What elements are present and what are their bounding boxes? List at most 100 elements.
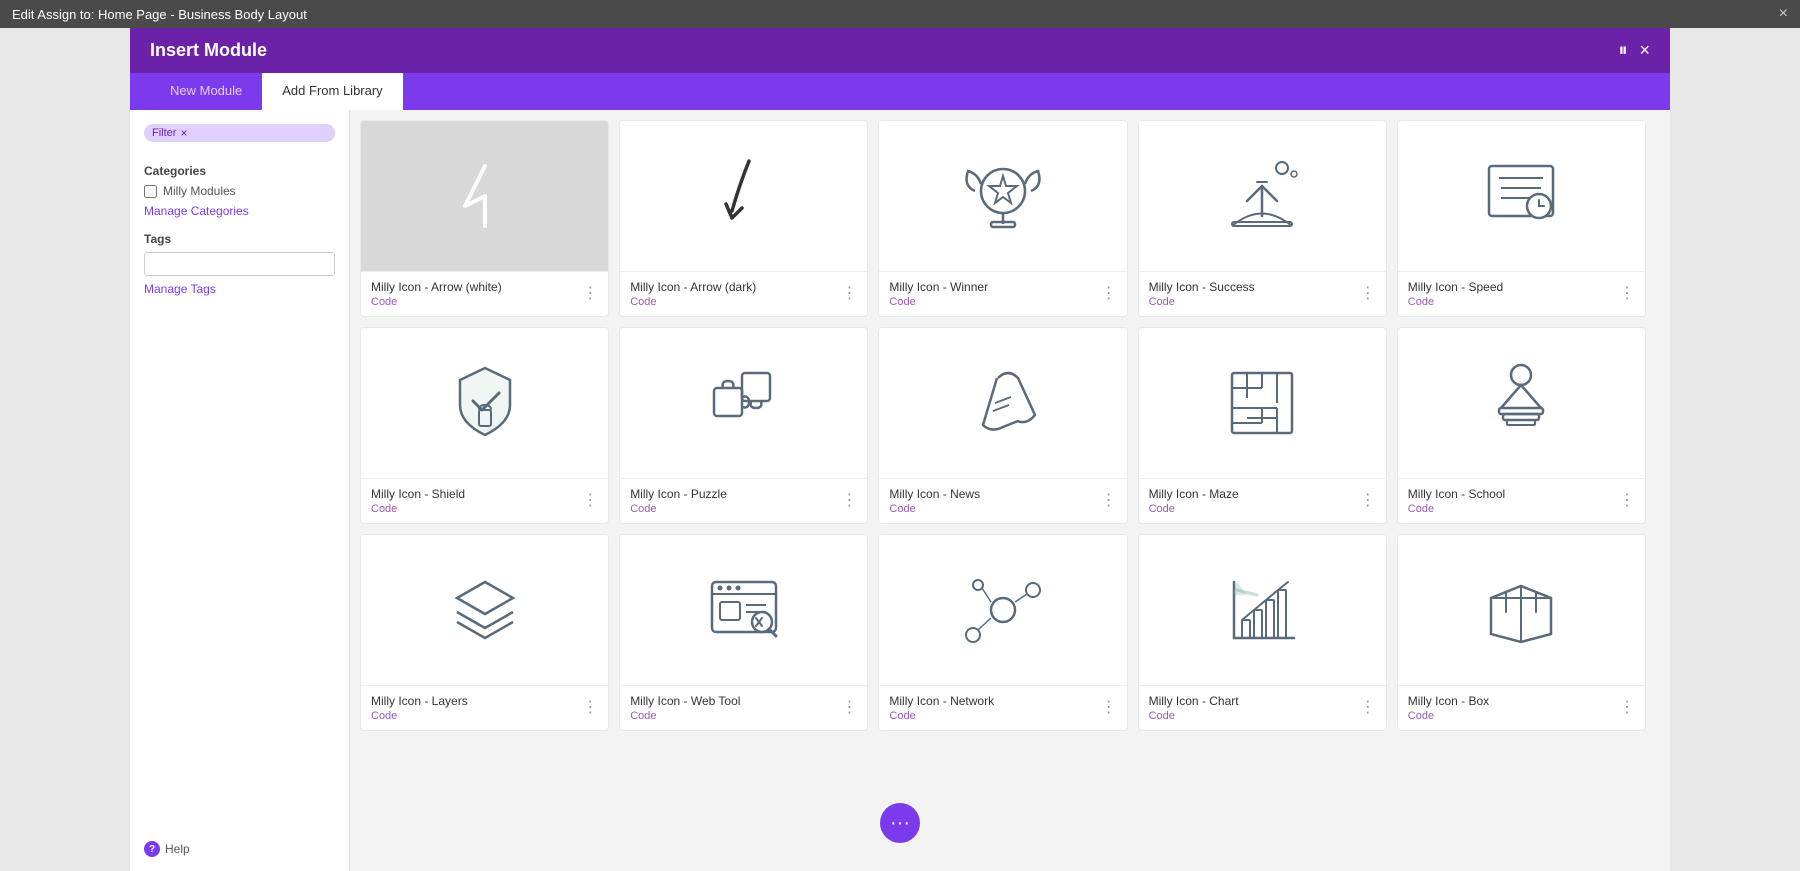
card-10[interactable]: Milly Icon - School Code ⋮ (1397, 327, 1646, 524)
card-name-9: Milly Icon - Maze (1149, 487, 1239, 501)
content-area: Milly Icon - Arrow (white) Code ⋮ Milly … (350, 110, 1670, 871)
card-menu-button-11[interactable]: ⋮ (582, 700, 598, 716)
card-name-4: Milly Icon - Success (1149, 280, 1255, 294)
tab-new-module[interactable]: New Module (150, 73, 262, 110)
card-info-13: Milly Icon - Network Code (889, 694, 994, 722)
card-menu-button-4[interactable]: ⋮ (1360, 286, 1376, 302)
manage-tags-link[interactable]: Manage Tags (144, 282, 335, 296)
card-info-5: Milly Icon - Speed Code (1408, 280, 1503, 308)
card-menu-button-1[interactable]: ⋮ (582, 286, 598, 302)
card-info-6: Milly Icon - Shield Code (371, 487, 465, 515)
card-info-7: Milly Icon - Puzzle Code (630, 487, 727, 515)
card-footer-11: Milly Icon - Layers Code ⋮ (361, 685, 608, 730)
tags-input[interactable] (144, 252, 335, 276)
tab-add-from-library[interactable]: Add From Library (262, 73, 402, 110)
card-menu-button-5[interactable]: ⋮ (1619, 286, 1635, 302)
card-9[interactable]: Milly Icon - Maze Code ⋮ (1138, 327, 1387, 524)
tags-section: Tags Manage Tags (144, 232, 335, 296)
categories-section: Categories Milly Modules Manage Categori… (144, 164, 335, 218)
card-info-2: Milly Icon - Arrow (dark) Code (630, 280, 756, 308)
card-info-15: Milly Icon - Box Code (1408, 694, 1489, 722)
card-icon-area-14 (1139, 535, 1386, 685)
card-footer-14: Milly Icon - Chart Code ⋮ (1139, 685, 1386, 730)
card-icon-area-11 (361, 535, 608, 685)
card-info-1: Milly Icon - Arrow (white) Code (371, 280, 502, 308)
card-info-14: Milly Icon - Chart Code (1149, 694, 1239, 722)
card-footer-12: Milly Icon - Web Tool Code ⋮ (620, 685, 867, 730)
modal-title: Insert Module (150, 40, 267, 61)
card-icon-area-13 (879, 535, 1126, 685)
card-3[interactable]: Milly Icon - Winner Code ⋮ (878, 120, 1127, 317)
modal: Insert Module ⏸ × New Module Add From Li… (130, 28, 1670, 871)
card-info-11: Milly Icon - Layers Code (371, 694, 468, 722)
card-type-2: Code (630, 296, 756, 308)
title-bar: Edit Assign to: Home Page - Business Bod… (0, 0, 1800, 28)
card-type-1: Code (371, 296, 502, 308)
card-12[interactable]: Milly Icon - Web Tool Code ⋮ (619, 534, 868, 731)
card-icon-area-2 (620, 121, 867, 271)
card-footer-6: Milly Icon - Shield Code ⋮ (361, 478, 608, 523)
card-name-8: Milly Icon - News (889, 487, 980, 501)
card-icon-area-1 (361, 121, 608, 271)
card-14[interactable]: Milly Icon - Chart Code ⋮ (1138, 534, 1387, 731)
card-2[interactable]: Milly Icon - Arrow (dark) Code ⋮ (619, 120, 868, 317)
card-info-4: Milly Icon - Success Code (1149, 280, 1255, 308)
card-name-5: Milly Icon - Speed (1408, 280, 1503, 294)
card-icon-area-6 (361, 328, 608, 478)
card-menu-button-9[interactable]: ⋮ (1360, 493, 1376, 509)
modal-pause-button[interactable]: ⏸ (1618, 40, 1627, 61)
card-15[interactable]: Milly Icon - Box Code ⋮ (1397, 534, 1646, 731)
card-8[interactable]: Milly Icon - News Code ⋮ (878, 327, 1127, 524)
card-type-14: Code (1149, 710, 1239, 722)
card-icon-area-7 (620, 328, 867, 478)
card-7[interactable]: Milly Icon - Puzzle Code ⋮ (619, 327, 868, 524)
card-type-9: Code (1149, 503, 1239, 515)
card-footer-5: Milly Icon - Speed Code ⋮ (1398, 271, 1645, 316)
title-bar-close-button[interactable]: × (1779, 5, 1788, 23)
milly-modules-checkbox[interactable] (144, 185, 157, 198)
card-5[interactable]: Milly Icon - Speed Code ⋮ (1397, 120, 1646, 317)
card-menu-button-12[interactable]: ⋮ (841, 700, 857, 716)
filter-tag-label: Filter (152, 127, 176, 139)
card-footer-7: Milly Icon - Puzzle Code ⋮ (620, 478, 867, 523)
card-menu-button-3[interactable]: ⋮ (1101, 286, 1117, 302)
card-icon-area-12 (620, 535, 867, 685)
filter-tag[interactable]: Filter × (144, 124, 335, 142)
card-menu-button-14[interactable]: ⋮ (1360, 700, 1376, 716)
card-name-15: Milly Icon - Box (1408, 694, 1489, 708)
card-6[interactable]: Milly Icon - Shield Code ⋮ (360, 327, 609, 524)
help-section: ? Help (144, 841, 335, 857)
card-info-9: Milly Icon - Maze Code (1149, 487, 1239, 515)
filter-tag-close-icon[interactable]: × (180, 126, 187, 140)
card-info-8: Milly Icon - News Code (889, 487, 980, 515)
manage-categories-link[interactable]: Manage Categories (144, 204, 335, 218)
card-menu-button-10[interactable]: ⋮ (1619, 493, 1635, 509)
card-info-3: Milly Icon - Winner Code (889, 280, 988, 308)
card-menu-button-7[interactable]: ⋮ (841, 493, 857, 509)
card-name-6: Milly Icon - Shield (371, 487, 465, 501)
card-11[interactable]: Milly Icon - Layers Code ⋮ (360, 534, 609, 731)
card-name-14: Milly Icon - Chart (1149, 694, 1239, 708)
modal-close-button[interactable]: × (1639, 40, 1650, 61)
card-menu-button-6[interactable]: ⋮ (582, 493, 598, 509)
card-menu-button-8[interactable]: ⋮ (1101, 493, 1117, 509)
help-label: Help (165, 842, 190, 856)
card-menu-button-2[interactable]: ⋮ (841, 286, 857, 302)
card-footer-3: Milly Icon - Winner Code ⋮ (879, 271, 1126, 316)
card-name-10: Milly Icon - School (1408, 487, 1505, 501)
card-footer-9: Milly Icon - Maze Code ⋮ (1139, 478, 1386, 523)
card-1[interactable]: Milly Icon - Arrow (white) Code ⋮ (360, 120, 609, 317)
card-13[interactable]: Milly Icon - Network Code ⋮ (878, 534, 1127, 731)
bottom-floating-button[interactable]: ··· (880, 803, 920, 843)
sidebar: Filter × Categories Milly Modules Manage… (130, 110, 350, 871)
card-info-10: Milly Icon - School Code (1408, 487, 1505, 515)
card-menu-button-13[interactable]: ⋮ (1101, 700, 1117, 716)
card-menu-button-15[interactable]: ⋮ (1619, 700, 1635, 716)
cards-grid: Milly Icon - Arrow (white) Code ⋮ Milly … (360, 120, 1660, 731)
card-type-3: Code (889, 296, 988, 308)
card-4[interactable]: Milly Icon - Success Code ⋮ (1138, 120, 1387, 317)
card-footer-15: Milly Icon - Box Code ⋮ (1398, 685, 1645, 730)
card-icon-area-4 (1139, 121, 1386, 271)
card-name-1: Milly Icon - Arrow (white) (371, 280, 502, 294)
card-type-10: Code (1408, 503, 1505, 515)
